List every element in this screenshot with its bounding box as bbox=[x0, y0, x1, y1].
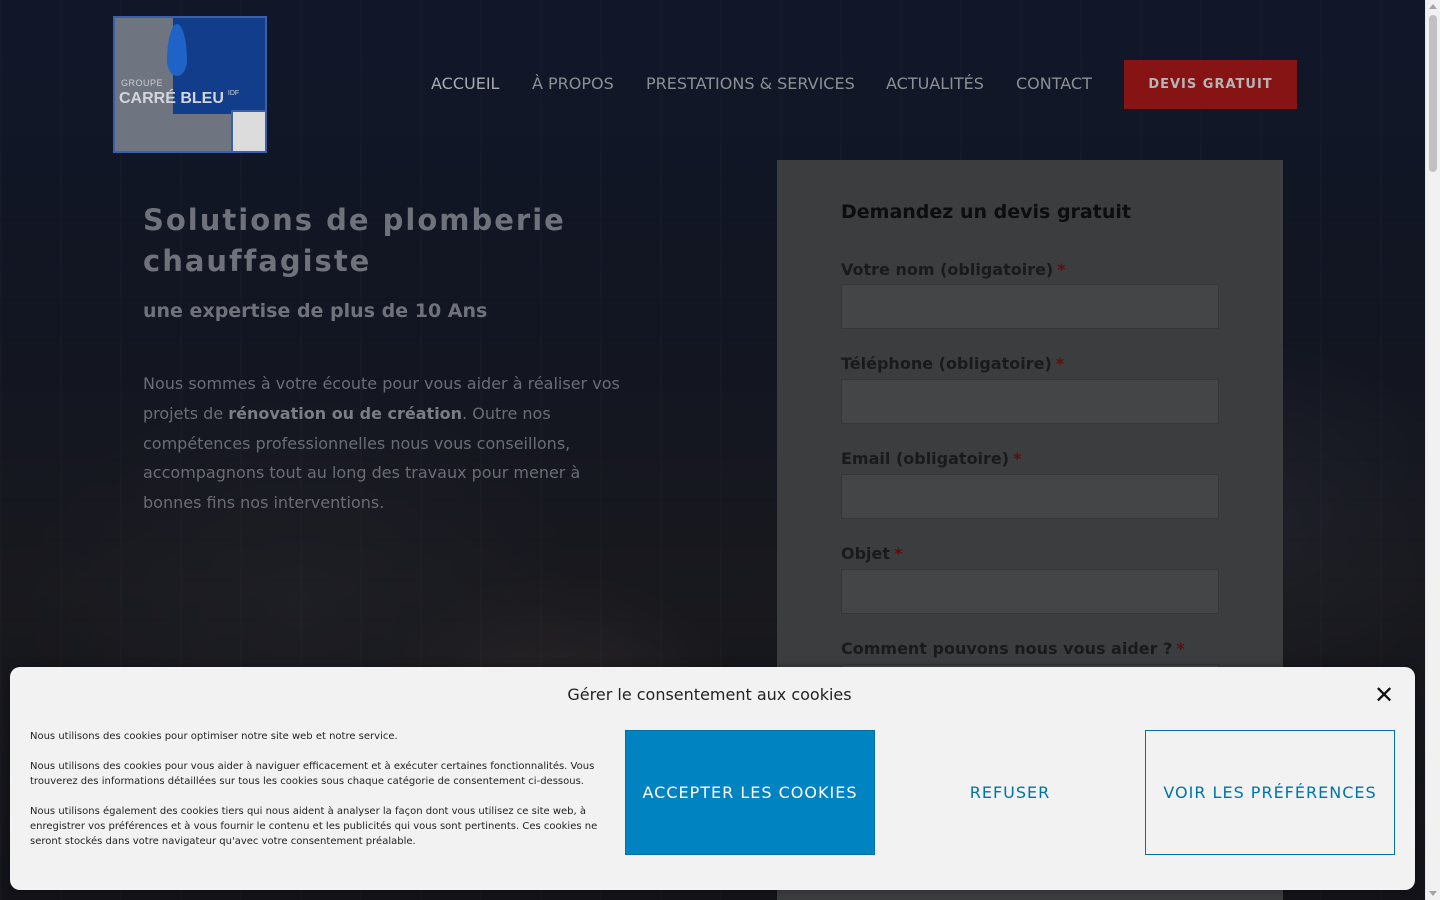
subject-label: Objet * bbox=[841, 544, 902, 563]
phone-label-text: Téléphone (obligatoire) bbox=[841, 354, 1052, 373]
required-mark: * bbox=[1057, 260, 1066, 279]
required-mark: * bbox=[1176, 639, 1185, 658]
hero-description: Nous sommes à votre écoute pour vous aid… bbox=[143, 369, 633, 518]
accept-cookies-button[interactable]: ACCEPTER LES COOKIES bbox=[625, 730, 875, 855]
logo-brand: CARRÉ BLEU IDF bbox=[119, 90, 239, 108]
message-label: Comment pouvons nous vous aider ? * bbox=[841, 639, 1185, 658]
phone-field[interactable] bbox=[841, 379, 1219, 424]
hero-title: Solutions de plomberie chauffagiste bbox=[143, 203, 566, 278]
logo-suffix: IDF bbox=[227, 90, 240, 97]
cookie-title-text: Gérer le consentement aux cookies bbox=[567, 685, 852, 704]
cookie-paragraph: Nous utilisons des cookies pour vous aid… bbox=[30, 761, 595, 787]
scroll-up-icon[interactable] bbox=[1429, 4, 1437, 9]
cookie-message: Nous utilisons des cookies pour optimise… bbox=[30, 729, 610, 864]
cookie-paragraph: Nous utilisons des cookies pour optimise… bbox=[30, 731, 398, 742]
message-label-text: Comment pouvons nous vous aider ? bbox=[841, 639, 1173, 658]
email-label-text: Email (obligatoire) bbox=[841, 449, 1010, 468]
scroll-down-icon[interactable] bbox=[1429, 891, 1437, 896]
required-mark: * bbox=[1013, 449, 1022, 468]
email-label: Email (obligatoire) * bbox=[841, 449, 1021, 468]
scrollbar-thumb[interactable] bbox=[1429, 15, 1437, 172]
view-preferences-button[interactable]: VOIR LES PRÉFÉRENCES bbox=[1145, 730, 1395, 855]
name-field[interactable] bbox=[841, 284, 1219, 329]
devis-gratuit-button[interactable]: DEVIS GRATUIT bbox=[1124, 60, 1297, 109]
name-label: Votre nom (obligatoire) * bbox=[841, 260, 1066, 279]
logo-line1: GROUPE bbox=[121, 78, 164, 88]
cookie-title: Gérer le consentement aux cookies bbox=[10, 685, 1415, 704]
subject-field[interactable] bbox=[841, 569, 1219, 614]
hero-subtitle: une expertise de plus de 10 Ans bbox=[143, 300, 488, 322]
nav-a-propos[interactable]: À PROPOS bbox=[532, 74, 614, 93]
refuse-cookies-button[interactable]: REFUSER bbox=[885, 730, 1135, 855]
site-logo[interactable]: GROUPE CARRÉ BLEU IDF bbox=[113, 16, 267, 153]
nav-contact[interactable]: CONTACT bbox=[1016, 74, 1092, 93]
page-scrollbar[interactable] bbox=[1425, 0, 1440, 900]
nav-accueil[interactable]: ACCUEIL bbox=[431, 74, 499, 93]
logo-line2: CARRÉ BLEU bbox=[119, 90, 224, 107]
required-mark: * bbox=[894, 544, 903, 563]
nav-actualites[interactable]: ACTUALITÉS bbox=[886, 74, 984, 93]
form-title: Demandez un devis gratuit bbox=[841, 201, 1131, 223]
hero-text-bold: rénovation ou de création bbox=[228, 403, 463, 423]
nav-prestations[interactable]: PRESTATIONS & SERVICES bbox=[646, 74, 855, 93]
cookie-consent-banner: Gérer le consentement aux cookies ✕ Nous… bbox=[10, 667, 1415, 890]
phone-label: Téléphone (obligatoire) * bbox=[841, 354, 1064, 373]
required-mark: * bbox=[1055, 354, 1065, 373]
cookie-paragraph: Nous utilisons également des cookies tie… bbox=[30, 806, 598, 847]
logo-white-square bbox=[231, 110, 265, 151]
name-label-text: Votre nom (obligatoire) bbox=[841, 260, 1054, 279]
close-icon[interactable]: ✕ bbox=[1372, 683, 1396, 707]
email-field[interactable] bbox=[841, 474, 1219, 519]
subject-label-text: Objet bbox=[841, 544, 891, 563]
